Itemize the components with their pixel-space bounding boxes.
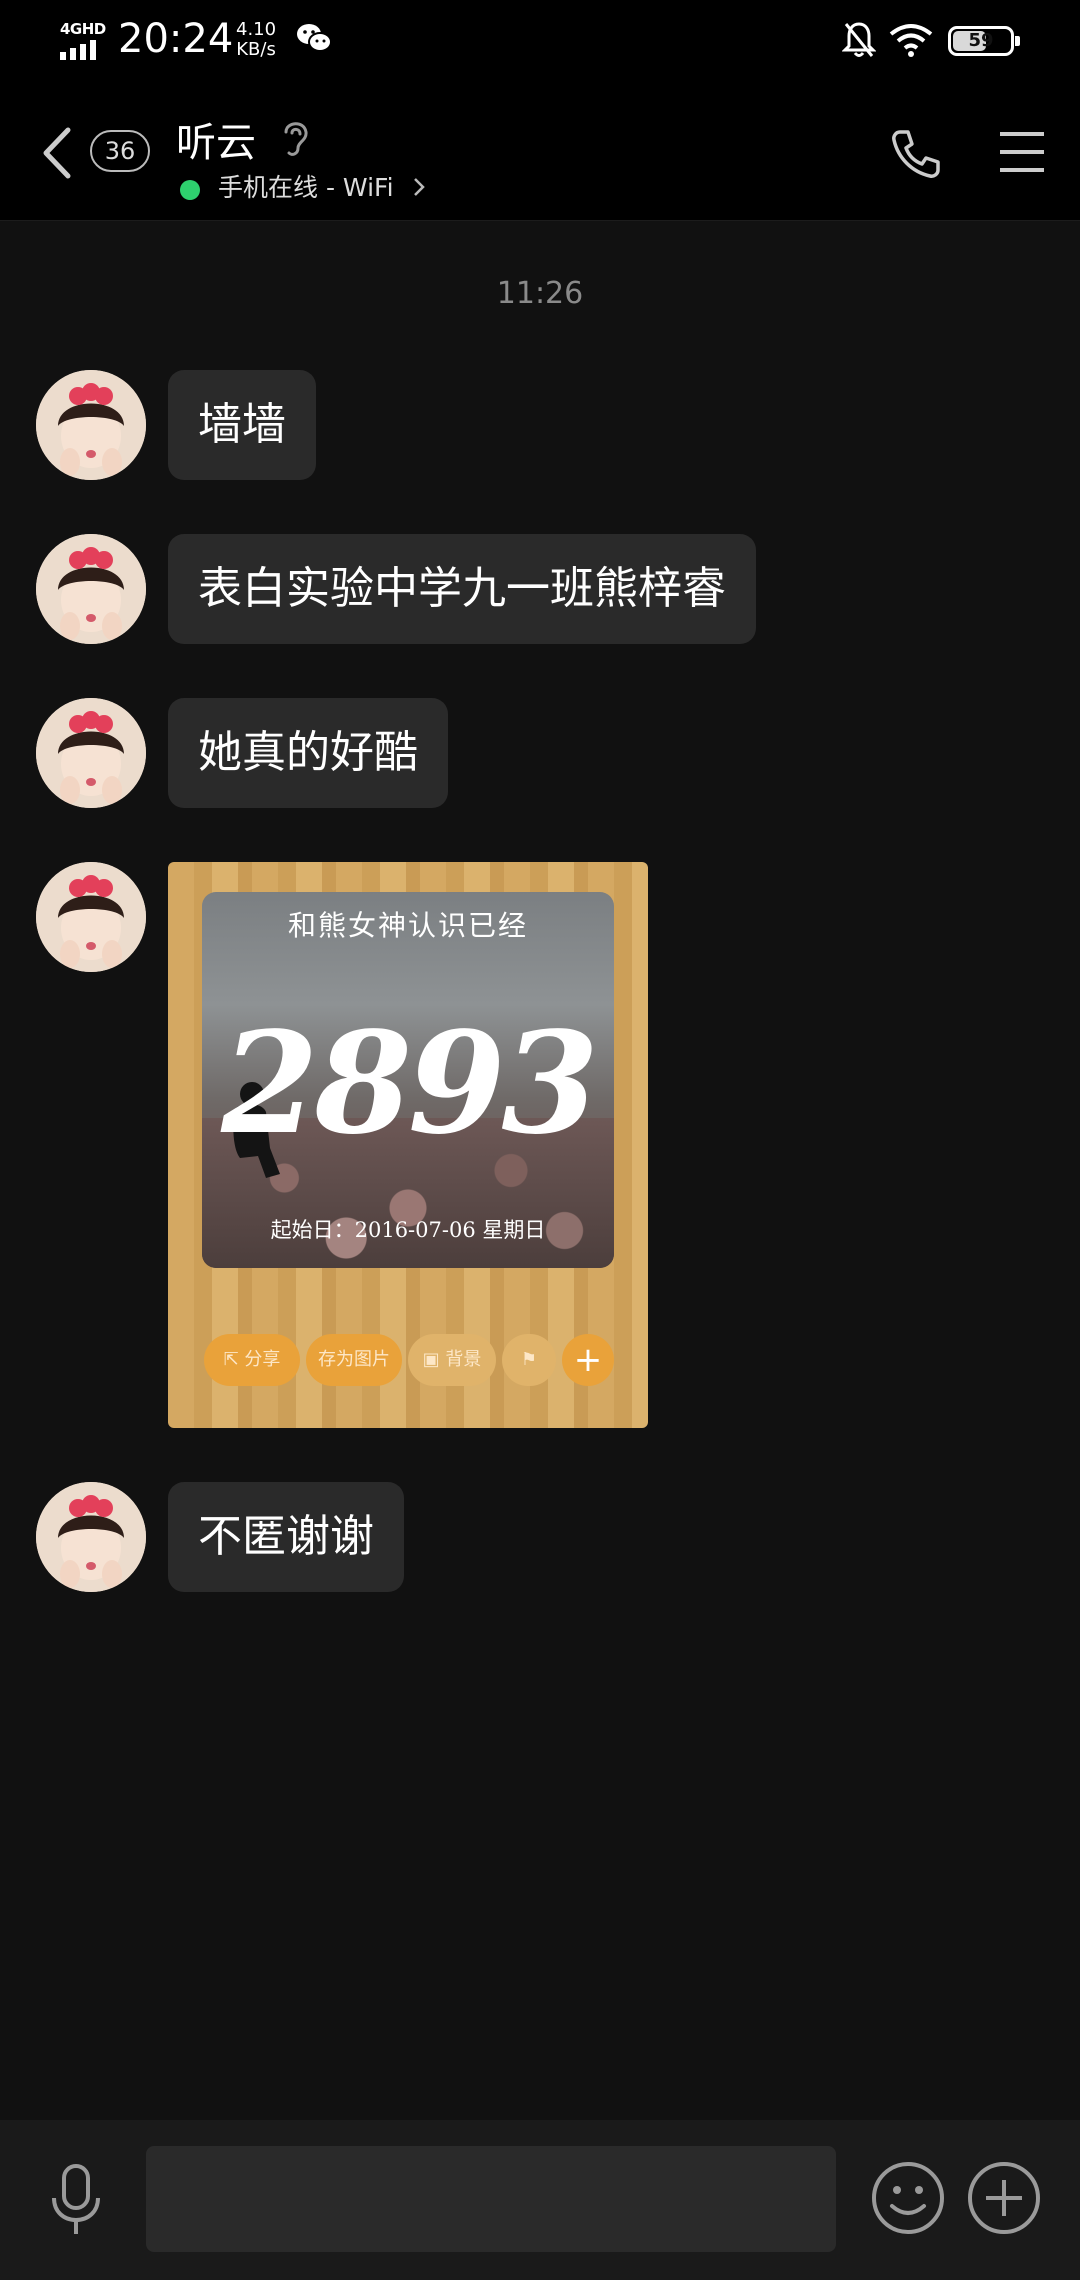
message-bubble[interactable]: 她真的好酷 bbox=[168, 698, 448, 808]
start-date: 起始日：2016-07-06 星期日 bbox=[270, 1218, 546, 1242]
network-speed: 4.10 KB/s bbox=[236, 20, 276, 60]
ear-icon[interactable] bbox=[278, 116, 312, 160]
share-label: 分享 bbox=[244, 1349, 281, 1370]
microphone-icon[interactable] bbox=[46, 2160, 106, 2240]
message-bubble[interactable]: 不匿谢谢 bbox=[168, 1482, 404, 1592]
contact-avatar[interactable] bbox=[36, 370, 146, 480]
battery-icon: 59 bbox=[948, 26, 1020, 56]
cellular-signal: 4GHD bbox=[58, 20, 106, 60]
contact-name[interactable]: 听云 bbox=[176, 110, 256, 168]
back-arrow-icon[interactable] bbox=[40, 124, 74, 182]
image-message[interactable]: 和熊女神认识已经 2893 起始日：2016-07-06 星期日 ⇱ 分享 存为… bbox=[168, 862, 648, 1428]
chevron-right-icon bbox=[414, 178, 425, 196]
status-time: 20:24 bbox=[118, 16, 234, 62]
message-input[interactable] bbox=[146, 2146, 836, 2252]
chat-app-icon bbox=[297, 24, 332, 52]
plus-icon: + bbox=[573, 1340, 603, 1380]
online-status[interactable]: 手机在线 - WiFi bbox=[218, 168, 394, 204]
battery-percent: 59 bbox=[968, 30, 994, 51]
message-timestamp: 11:26 bbox=[496, 276, 584, 311]
signal-bars-icon bbox=[60, 40, 100, 60]
input-bar bbox=[0, 2120, 1080, 2280]
phone-call-icon[interactable] bbox=[888, 126, 944, 182]
plus-button[interactable]: + bbox=[562, 1334, 614, 1386]
save-image-button[interactable]: 存为图片 bbox=[306, 1334, 402, 1386]
emoji-icon[interactable] bbox=[870, 2160, 946, 2236]
contact-avatar[interactable] bbox=[36, 862, 146, 972]
day-count: 2893 bbox=[221, 1002, 599, 1166]
card-caption: 和熊女神认识已经 bbox=[287, 909, 528, 942]
speed-unit: KB/s bbox=[236, 39, 276, 60]
message-bubble[interactable]: 墙墙 bbox=[168, 370, 316, 480]
wifi-icon bbox=[889, 24, 933, 57]
speed-value: 4.10 bbox=[236, 19, 277, 40]
contact-avatar[interactable] bbox=[36, 534, 146, 644]
contact-avatar[interactable] bbox=[36, 698, 146, 808]
online-indicator bbox=[180, 180, 200, 200]
status-bar: 4GHD 20:24 4.10 KB/s 59 bbox=[0, 0, 1080, 86]
background-button[interactable]: ▣ 背景 bbox=[408, 1334, 496, 1386]
contact-avatar[interactable] bbox=[36, 1482, 146, 1592]
menu-icon[interactable] bbox=[998, 130, 1046, 174]
network-type: 4GHD bbox=[60, 20, 106, 38]
unread-count-badge[interactable]: 36 bbox=[90, 130, 150, 172]
share-icon: ⇱ bbox=[223, 1349, 239, 1370]
image-icon: ▣ bbox=[422, 1349, 440, 1370]
card-photo: 和熊女神认识已经 2893 起始日：2016-07-06 星期日 bbox=[202, 892, 614, 1268]
share-button[interactable]: ⇱ 分享 bbox=[204, 1334, 300, 1386]
background-label: 背景 bbox=[445, 1349, 482, 1370]
chat-header: 36 听云 手机在线 - WiFi bbox=[0, 86, 1080, 221]
flag-button[interactable]: ⚑ bbox=[502, 1334, 556, 1386]
flag-icon: ⚑ bbox=[520, 1349, 538, 1370]
plus-icon[interactable] bbox=[966, 2160, 1042, 2236]
mute-icon bbox=[842, 22, 876, 57]
message-bubble[interactable]: 表白实验中学九一班熊梓睿 bbox=[168, 534, 756, 644]
